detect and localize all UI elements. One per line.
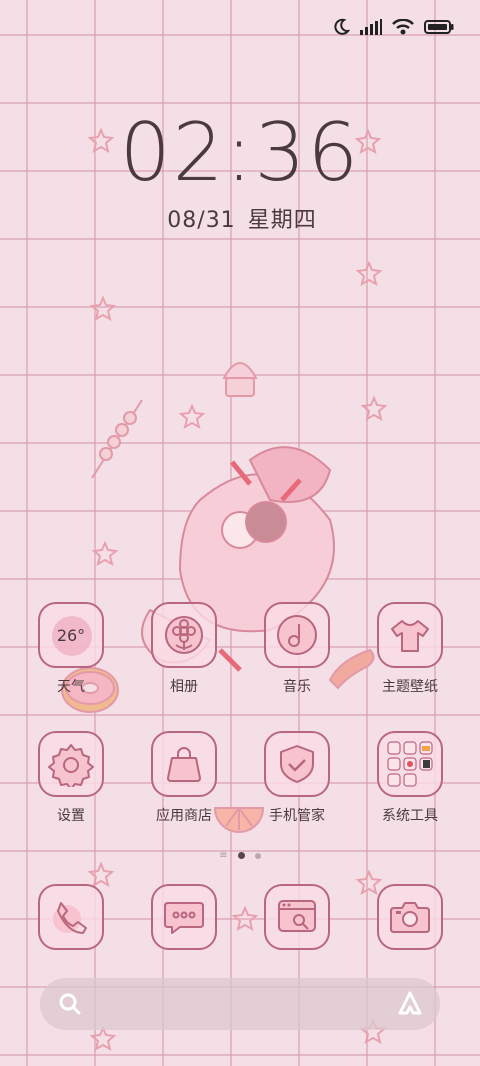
page-dot-active[interactable]	[237, 852, 245, 859]
dock-camera[interactable]	[365, 884, 455, 950]
shield-check-icon	[264, 731, 330, 797]
status-bar	[332, 18, 454, 36]
music-note-icon	[264, 602, 330, 668]
dock-phone[interactable]	[26, 884, 116, 950]
dock-browser[interactable]	[252, 884, 342, 950]
chat-bubble-icon	[151, 884, 217, 950]
shopping-bag-icon	[151, 731, 217, 797]
folder-grid-icon	[377, 731, 443, 797]
wifi-icon	[392, 19, 414, 35]
flower-gallery-icon	[151, 602, 217, 668]
weather-icon: 26°	[38, 602, 104, 668]
date-text: 08/31	[167, 208, 236, 233]
app-label: 主题壁纸	[382, 679, 438, 695]
camera-icon	[377, 884, 443, 950]
battery-icon	[424, 20, 454, 34]
app-store[interactable]: 应用商店	[139, 731, 229, 825]
page-indicator: ≡	[0, 850, 480, 860]
app-security[interactable]: 手机管家	[252, 731, 342, 825]
browser-search-icon	[264, 884, 330, 950]
gear-icon	[38, 731, 104, 797]
page-dot[interactable]	[254, 852, 261, 859]
app-label: 相册	[170, 679, 198, 695]
app-label: 音乐	[283, 679, 311, 695]
assistant-icon[interactable]	[396, 990, 424, 1018]
app-label: 系统工具	[382, 808, 438, 824]
app-themes[interactable]: 主题壁纸	[365, 602, 455, 696]
tshirt-icon	[377, 602, 443, 668]
search-bar[interactable]	[40, 978, 440, 1030]
app-label: 应用商店	[156, 808, 212, 824]
signal-icon	[360, 19, 382, 35]
app-label: 设置	[57, 808, 85, 824]
app-system-tools[interactable]: 系统工具	[365, 731, 455, 825]
clock-time[interactable]: 02:36	[0, 106, 480, 199]
clock-date[interactable]: 08/31 星期四	[0, 202, 480, 234]
app-label: 手机管家	[269, 808, 325, 824]
menu-lines-icon[interactable]: ≡	[219, 850, 227, 860]
weather-temperature: 26°	[56, 625, 86, 645]
app-music[interactable]: 音乐	[252, 602, 342, 696]
app-settings[interactable]: 设置	[26, 731, 116, 825]
dock-messages[interactable]	[139, 884, 229, 950]
moon-icon	[334, 18, 350, 35]
phone-icon	[38, 884, 104, 950]
search-icon[interactable]	[58, 992, 82, 1016]
app-label: 天气	[57, 679, 85, 695]
app-weather[interactable]: 26° 天气	[26, 602, 116, 696]
weekday-text: 星期四	[247, 208, 317, 233]
app-gallery[interactable]: 相册	[139, 602, 229, 696]
